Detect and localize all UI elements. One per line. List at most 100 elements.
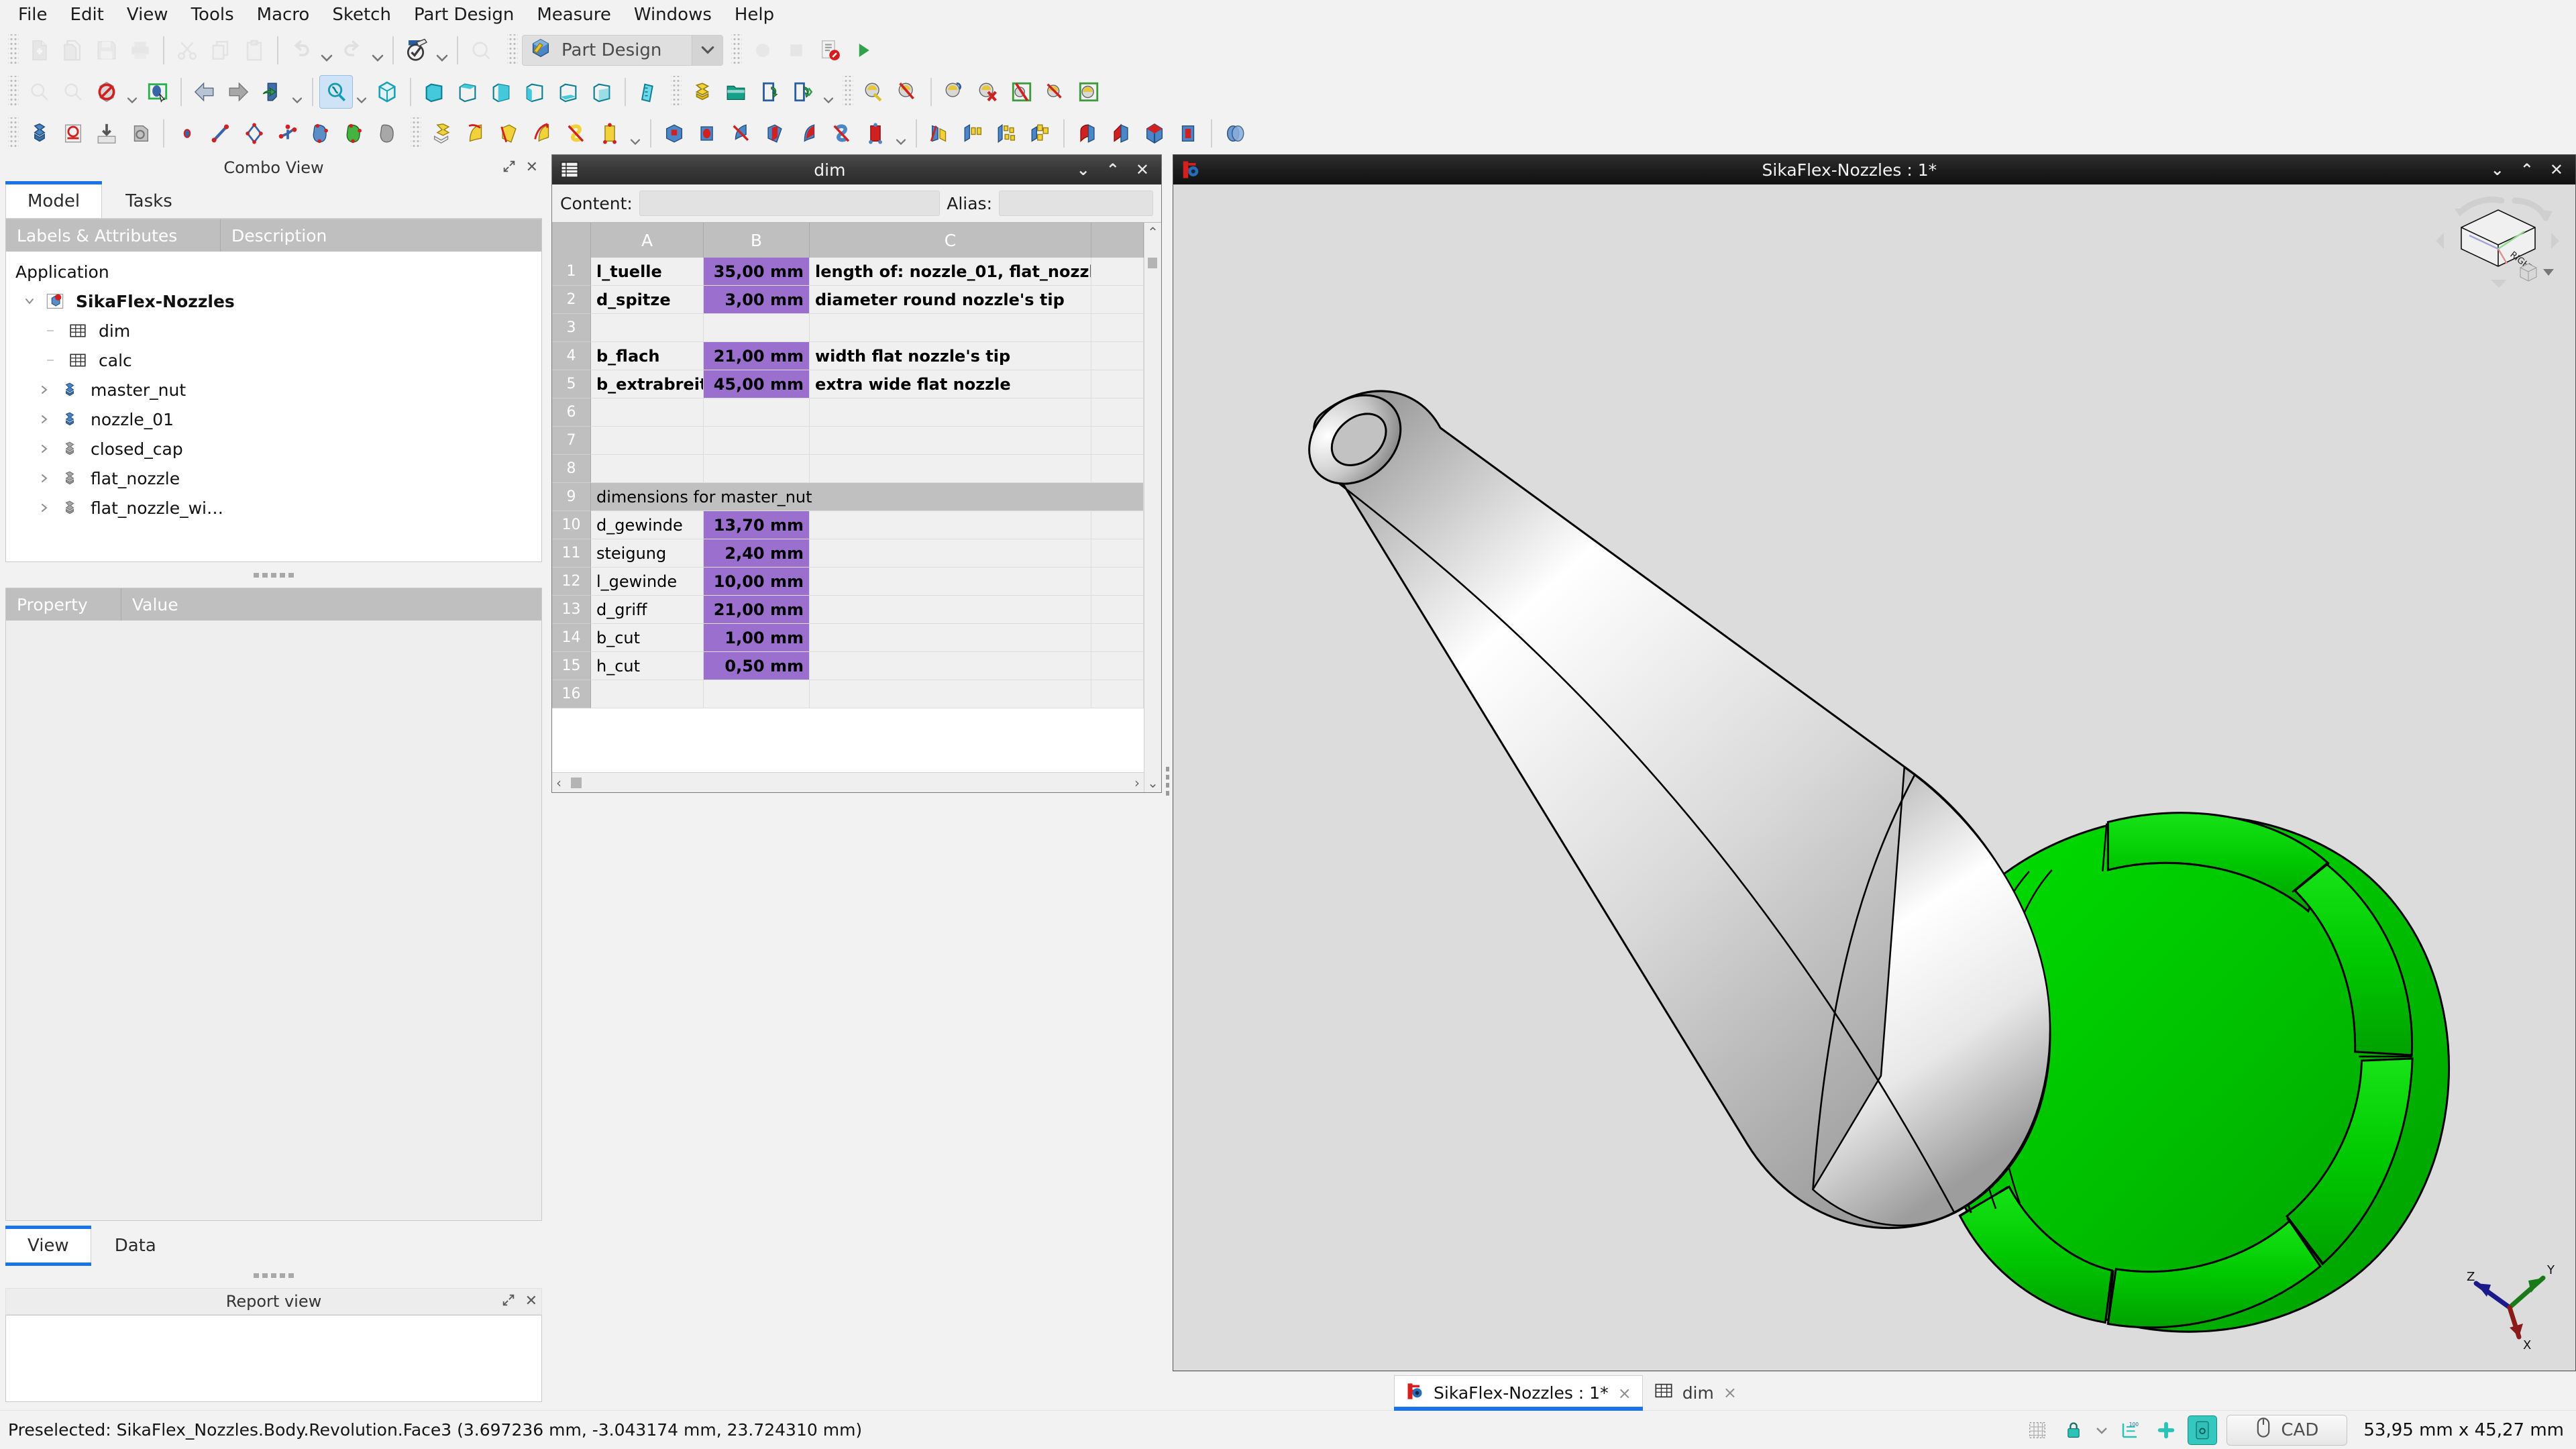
spreadsheet-cell-c[interactable]: [810, 596, 1091, 624]
toolbar-grip[interactable]: [8, 34, 19, 66]
left-view-icon[interactable]: [585, 75, 619, 109]
draft-icon[interactable]: [1138, 117, 1171, 150]
measure-icon[interactable]: [632, 75, 665, 109]
scroll-right-icon[interactable]: ›: [1134, 775, 1140, 791]
row-header[interactable]: 9: [552, 483, 591, 511]
spreadsheet-cell-c[interactable]: [810, 624, 1091, 652]
chevron-right-icon[interactable]: [33, 472, 56, 485]
thickness-icon[interactable]: [1171, 117, 1205, 150]
spreadsheet-cell-d[interactable]: [1091, 624, 1144, 652]
subshape-grey-icon[interactable]: [372, 117, 405, 150]
menu-item-measure[interactable]: Measure: [525, 2, 623, 28]
redo-icon[interactable]: [335, 34, 369, 67]
row-header[interactable]: 6: [552, 398, 591, 427]
menu-item-windows[interactable]: Windows: [623, 2, 723, 28]
zoom-in-icon[interactable]: [56, 75, 90, 109]
subtractive-pipe-icon[interactable]: [792, 117, 825, 150]
close-icon[interactable]: ✕: [1136, 162, 1149, 178]
spreadsheet-cell-d[interactable]: [1091, 539, 1144, 568]
mdi-splitter[interactable]: [1162, 154, 1173, 1410]
spreadsheet-grid[interactable]: A B C 1 l_tuelle 35,00 mm length of: nozzle…: [552, 223, 1144, 792]
groove-icon[interactable]: [724, 117, 758, 150]
spreadsheet-cell-b[interactable]: 0,50 mm: [704, 652, 810, 680]
spreadsheet-cell-c[interactable]: [810, 398, 1091, 427]
spreadsheet-cell-b[interactable]: 45,00 mm: [704, 370, 810, 398]
front-view-icon[interactable]: [417, 75, 451, 109]
open-document-icon[interactable]: [56, 34, 90, 67]
alias-input[interactable]: [999, 191, 1153, 216]
new-document-icon[interactable]: [23, 34, 56, 67]
spreadsheet-cell-b[interactable]: [704, 314, 810, 342]
chevron-down-icon[interactable]: [318, 34, 335, 67]
spreadsheet-cell-a[interactable]: l_gewinde: [591, 568, 704, 596]
menu-item-edit[interactable]: Edit: [59, 2, 115, 28]
spreadsheet-cell-a[interactable]: l_tuelle: [591, 258, 704, 286]
shape-binder-icon[interactable]: [123, 117, 157, 150]
row-header[interactable]: 16: [552, 680, 591, 708]
spreadsheet-row[interactable]: 6: [552, 398, 1144, 427]
mdi-tab-sikaflex-nozzles[interactable]: SikaFlex-Nozzles : 1* ×: [1394, 1375, 1643, 1411]
additive-primitive-icon[interactable]: [593, 117, 627, 150]
splitter-handle[interactable]: [5, 562, 542, 588]
splitter-handle[interactable]: [5, 1263, 542, 1288]
navigation-style-button[interactable]: CAD: [2226, 1414, 2348, 1446]
subshape-icon[interactable]: [305, 117, 338, 150]
spreadsheet-cell-c[interactable]: diameter round nozzle's tip: [810, 286, 1091, 314]
draft-none-icon[interactable]: [891, 75, 924, 109]
spreadsheet-cell-d[interactable]: [1091, 342, 1144, 370]
minimize-icon[interactable]: ⌄: [2491, 162, 2504, 178]
spreadsheet-cell-c[interactable]: [810, 539, 1091, 568]
spreadsheet-row[interactable]: 12 l_gewinde 10,00 mm: [552, 568, 1144, 596]
row-header[interactable]: 8: [552, 455, 591, 483]
copy-icon[interactable]: [204, 34, 237, 67]
fillet-icon[interactable]: [1071, 117, 1104, 150]
print-icon[interactable]: [123, 34, 157, 67]
spreadsheet-cell-b[interactable]: [704, 398, 810, 427]
tab-model[interactable]: Model: [5, 181, 103, 218]
spreadsheet-cell-a[interactable]: d_griff: [591, 596, 704, 624]
rear-view-icon[interactable]: [518, 75, 551, 109]
spreadsheet-cell-a[interactable]: steigung: [591, 539, 704, 568]
draft-std-icon[interactable]: [857, 75, 891, 109]
spreadsheet-cell-d[interactable]: [1091, 511, 1144, 539]
spreadsheet-cell-a[interactable]: [591, 427, 704, 455]
tree-item-calc[interactable]: calc: [6, 345, 541, 375]
macro-execute-icon[interactable]: [847, 34, 880, 67]
spreadsheet-hscrollbar[interactable]: ‹ ›: [552, 772, 1144, 792]
accept-icon[interactable]: [1072, 75, 1106, 109]
spreadsheet-cell-b[interactable]: [704, 680, 810, 708]
spreadsheet-cell-d[interactable]: [1091, 652, 1144, 680]
report-view-body[interactable]: [5, 1315, 542, 1402]
spreadsheet-row[interactable]: 7: [552, 427, 1144, 455]
row-header[interactable]: 10: [552, 511, 591, 539]
spreadsheet-row[interactable]: 3: [552, 314, 1144, 342]
menu-item-tools[interactable]: Tools: [180, 2, 246, 28]
save-document-icon[interactable]: [90, 34, 123, 67]
menu-item-help[interactable]: Help: [723, 2, 786, 28]
menu-item-sketch[interactable]: Sketch: [321, 2, 402, 28]
tree-item-flat-nozzle-wide[interactable]: flat_nozzle_wi…: [6, 493, 541, 523]
forward-view-icon[interactable]: [221, 75, 255, 109]
cut-icon[interactable]: [170, 34, 204, 67]
spreadsheet-cell-a[interactable]: h_cut: [591, 652, 704, 680]
delete-icon[interactable]: [971, 75, 1005, 109]
minimize-icon[interactable]: ⌄: [1077, 162, 1090, 178]
top-view-icon[interactable]: [451, 75, 484, 109]
macro-edit-icon[interactable]: [813, 34, 847, 67]
tree-body[interactable]: Application SikaFlex-Nozzles dim calc ma…: [6, 252, 541, 561]
row-header[interactable]: 15: [552, 652, 591, 680]
chevron-down-icon[interactable]: [627, 117, 644, 150]
reject-icon[interactable]: [1005, 75, 1038, 109]
right-view-icon[interactable]: [484, 75, 518, 109]
chevron-down-icon[interactable]: [18, 294, 41, 308]
zoom-box-icon[interactable]: [319, 75, 353, 109]
row-header[interactable]: 4: [552, 342, 591, 370]
tab-data[interactable]: Data: [92, 1228, 178, 1263]
row-header[interactable]: 1: [552, 258, 591, 286]
column-header-a[interactable]: A: [591, 223, 704, 258]
property-body[interactable]: [6, 621, 541, 1220]
spreadsheet-cell-b[interactable]: [704, 455, 810, 483]
spreadsheet-cell-a[interactable]: d_gewinde: [591, 511, 704, 539]
create-group-icon[interactable]: [719, 75, 753, 109]
row-header[interactable]: 13: [552, 596, 591, 624]
